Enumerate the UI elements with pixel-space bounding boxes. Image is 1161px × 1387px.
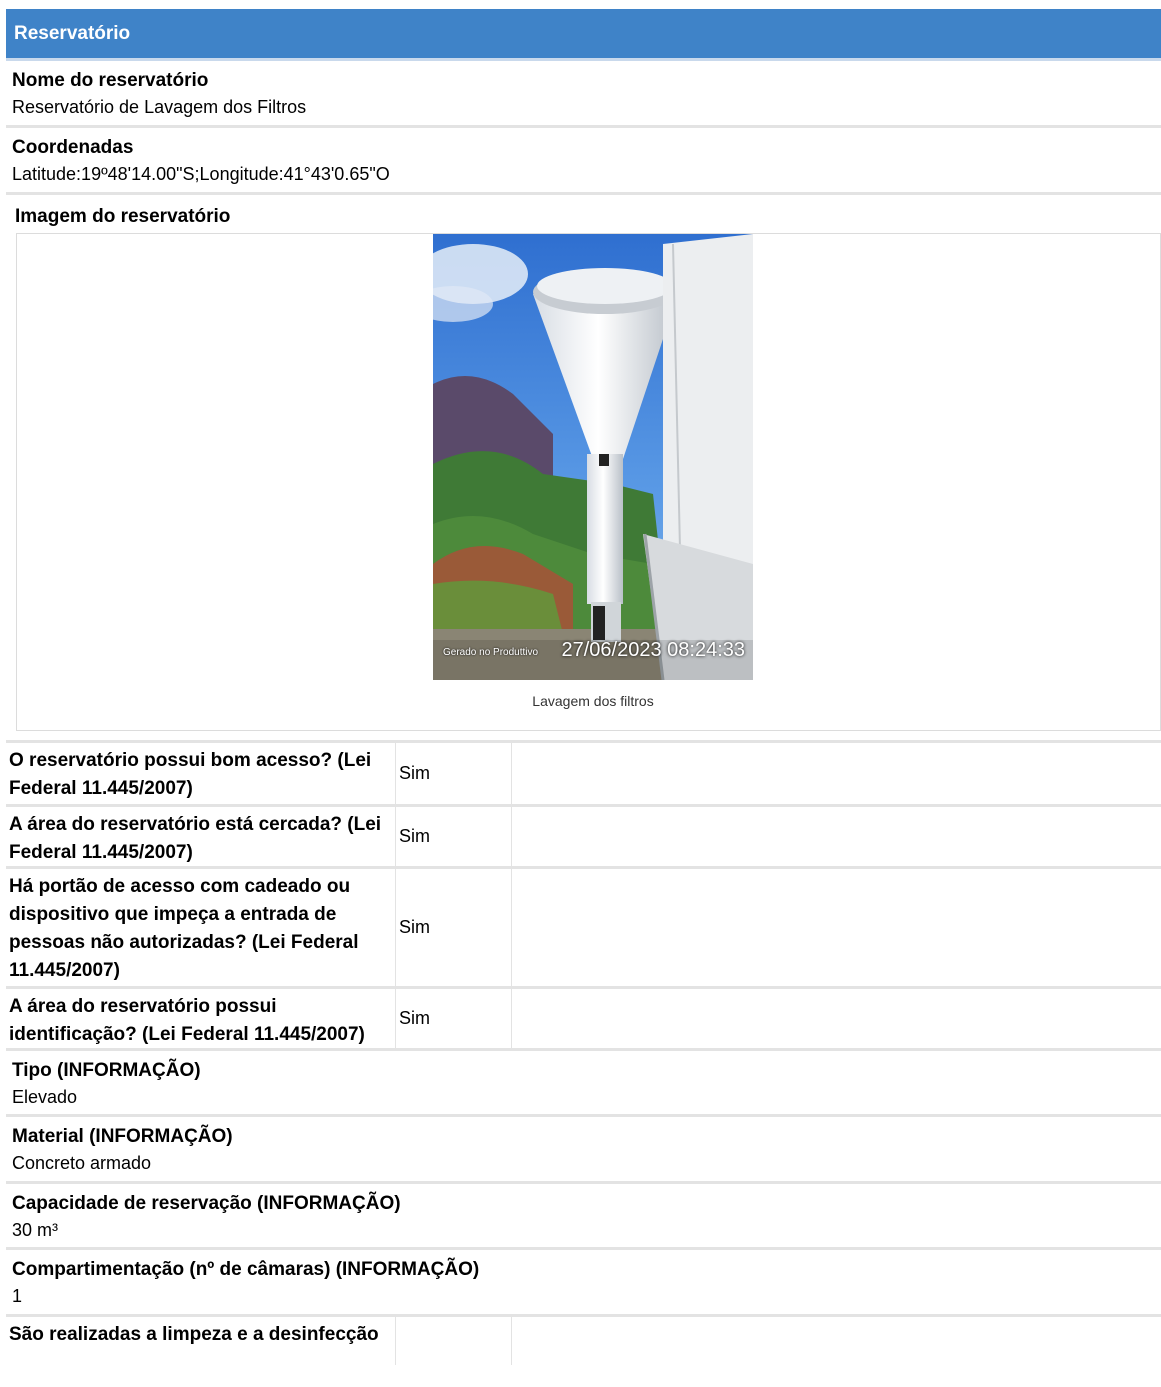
answer-text: [396, 1317, 512, 1365]
field-label: Tipo (INFORMAÇÃO): [12, 1060, 201, 1081]
field-compartments: Compartimentação (nº de câmaras) (INFORM…: [6, 1250, 1161, 1317]
field-value: 30 m³: [12, 1220, 59, 1240]
water-tower-image: [433, 234, 753, 680]
photo-watermark: Gerado no Produttivo: [443, 647, 539, 658]
field-value: Latitude:19º48'14.00"S;Longitude:41°43'0…: [12, 164, 390, 184]
image-field: Imagem do reservatório Gerado no Produtt…: [6, 195, 1161, 743]
question-row: São realizadas a limpeza e a desinfecção: [6, 1317, 1161, 1365]
answer-text: Sim: [396, 869, 512, 986]
answer-text: Sim: [396, 743, 512, 804]
question-row: Há portão de acesso com cadeado ou dispo…: [6, 869, 1161, 989]
field-label: Nome do reservatório: [12, 70, 209, 91]
field-label: Coordenadas: [12, 137, 134, 158]
field-value: Reservatório de Lavagem dos Filtros: [12, 97, 307, 117]
field-value: 1: [12, 1286, 23, 1306]
field-value: Concreto armado: [12, 1153, 152, 1173]
section-header: Reservatório: [6, 9, 1161, 61]
question-row: O reservatório possui bom acesso? (Lei F…: [6, 743, 1161, 807]
answer-notes: [512, 807, 1161, 866]
reservoir-photo[interactable]: Gerado no Produttivo 27/06/2023 08:24:33: [433, 234, 753, 680]
answer-notes: [512, 869, 1161, 986]
question-text: A área do reservatório possui identifica…: [6, 989, 396, 1048]
field-label: Material (INFORMAÇÃO): [12, 1126, 233, 1147]
answer-text: Sim: [396, 807, 512, 866]
field-capacity: Capacidade de reservação (INFORMAÇÃO) 30…: [6, 1184, 1161, 1250]
photo-timestamp: 27/06/2023 08:24:33: [561, 639, 745, 661]
image-label: Imagem do reservatório: [15, 206, 231, 227]
field-value: Elevado: [12, 1087, 78, 1107]
answer-notes: [512, 989, 1161, 1048]
answer-text: Sim: [396, 989, 512, 1048]
section-title: Reservatório: [14, 22, 131, 44]
photo-caption: Lavagem dos filtros: [532, 693, 654, 709]
field-coordinates: Coordenadas Latitude:19º48'14.00"S;Longi…: [6, 128, 1161, 195]
question-text: São realizadas a limpeza e a desinfecção: [6, 1317, 396, 1365]
question-text: A área do reservatório está cercada? (Le…: [6, 807, 396, 866]
question-row: A área do reservatório está cercada? (Le…: [6, 807, 1161, 869]
question-text: O reservatório possui bom acesso? (Lei F…: [6, 743, 396, 804]
answer-notes: [512, 1317, 1161, 1365]
question-text: Há portão de acesso com cadeado ou dispo…: [6, 869, 396, 986]
answer-notes: [512, 743, 1161, 804]
report-page: Reservatório Nome do reservatório Reserv…: [6, 9, 1161, 1365]
field-type: Tipo (INFORMAÇÃO) Elevado: [6, 1051, 1161, 1117]
field-reservoir-name: Nome do reservatório Reservatório de Lav…: [6, 61, 1161, 128]
question-row: A área do reservatório possui identifica…: [6, 989, 1161, 1051]
field-label: Capacidade de reservação (INFORMAÇÃO): [12, 1193, 401, 1214]
image-frame: Gerado no Produttivo 27/06/2023 08:24:33…: [16, 233, 1161, 731]
field-label: Compartimentação (nº de câmaras) (INFORM…: [12, 1259, 480, 1280]
field-material: Material (INFORMAÇÃO) Concreto armado: [6, 1117, 1161, 1184]
